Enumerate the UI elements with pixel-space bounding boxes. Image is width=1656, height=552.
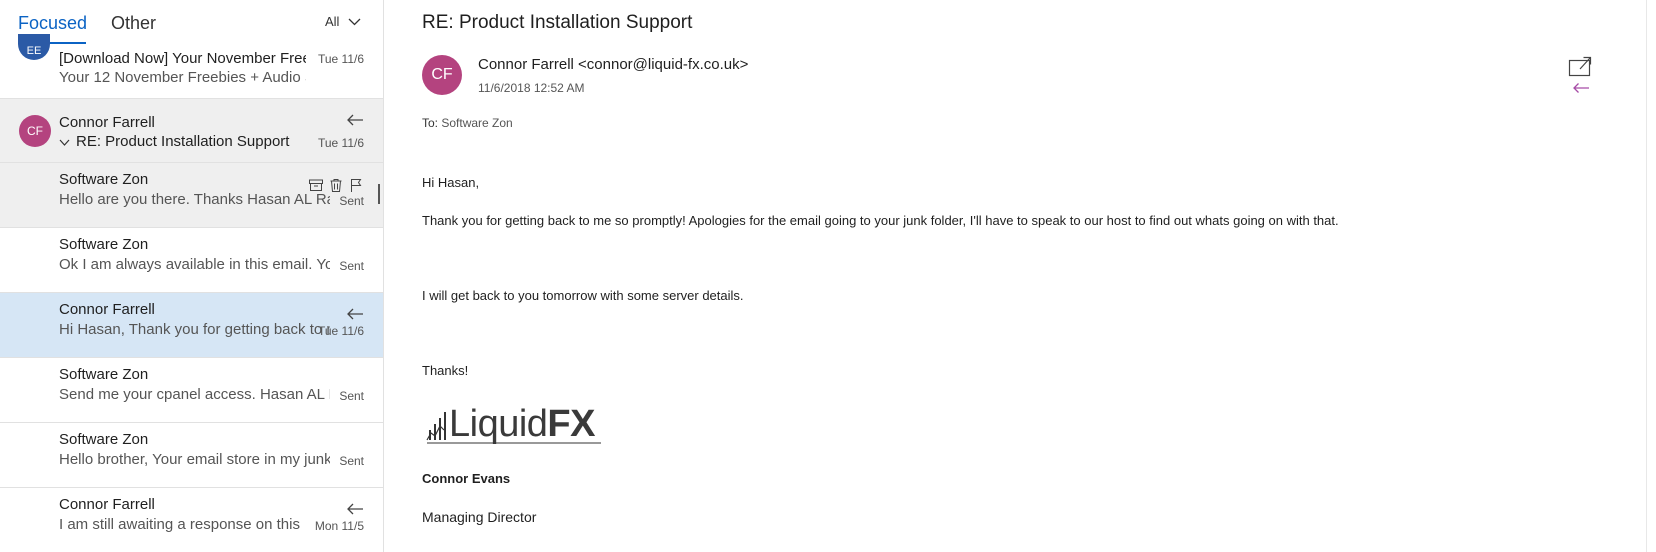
- message-sender: Connor Farrell: [59, 496, 155, 513]
- flag-icon[interactable]: [348, 177, 364, 193]
- message-preview: Hello brother, Your email store in my ju…: [59, 451, 330, 468]
- popout-icon[interactable]: [1568, 55, 1592, 77]
- thread-header[interactable]: CF Connor Farrell RE: Product Installati…: [0, 99, 383, 163]
- message-date: Sent: [339, 194, 364, 208]
- email-subject: RE: Product Installation Support: [422, 12, 693, 33]
- body-greeting: Hi Hasan,: [422, 175, 480, 190]
- message-preview: Hello are you there. Thanks Hasan AL Rah…: [59, 191, 330, 208]
- list-item[interactable]: EE [Download Now] Your November Freebies…: [0, 34, 383, 99]
- message-preview: I am still awaiting a response on this: [59, 516, 300, 533]
- sender-address[interactable]: Connor Farrell <connor@liquid-fx.co.uk>: [478, 55, 748, 75]
- thread-subject-row: RE: Product Installation Support: [59, 133, 289, 151]
- message-sender: Software Zon: [59, 236, 149, 253]
- message-date: Sent: [339, 454, 364, 468]
- reply-arrow-icon[interactable]: [1572, 82, 1590, 94]
- body-paragraph: Thank you for getting back to me so prom…: [422, 213, 1339, 228]
- list-item[interactable]: Software Zon Ok I am always available in…: [0, 228, 383, 293]
- message-preview: Ok I am always available in this email. …: [59, 256, 330, 273]
- message-list-pane: Focused Other All EE [Download Now] Your…: [0, 0, 384, 552]
- chevron-down-icon[interactable]: [59, 137, 70, 148]
- list-item[interactable]: Software Zon Hello are you there. Thanks…: [0, 163, 383, 228]
- to-label: To:: [422, 116, 442, 130]
- message-date: Tue 11/6: [317, 52, 364, 66]
- logo-text-bold: FX: [547, 403, 596, 445]
- body-paragraph: I will get back to you tomorrow with som…: [422, 288, 744, 303]
- liquidfx-logo[interactable]: LiquidFX: [424, 400, 604, 446]
- message-preview: Send me your cpanel access. Hasan AL Rah…: [59, 386, 330, 403]
- message-date: Sent: [339, 389, 364, 403]
- avatar: EE: [18, 34, 50, 60]
- message-preview: Hi Hasan, Thank you for getting back to …: [59, 321, 330, 338]
- logo-text-light: Liquid: [449, 403, 547, 445]
- reply-arrow-icon: [347, 308, 363, 320]
- signature-role: Managing Director: [422, 509, 537, 525]
- message-date: Tue 11/6: [317, 324, 364, 338]
- message-subject: RE: Product Installation Support: [76, 133, 290, 150]
- recipient-name[interactable]: Software Zon: [441, 116, 512, 130]
- list-resize-handle[interactable]: [378, 184, 380, 204]
- filter-dropdown[interactable]: All: [325, 14, 361, 29]
- reply-arrow-icon: [347, 114, 363, 126]
- message-sender: Connor Farrell: [59, 301, 155, 318]
- message-sender: Software Zon: [59, 171, 149, 188]
- message-preview: Your 12 November Freebies + Audio Sample…: [59, 69, 306, 86]
- list-item[interactable]: Connor Farrell I am still awaiting a res…: [0, 488, 383, 552]
- tab-other[interactable]: Other: [111, 12, 156, 34]
- body-thanks: Thanks!: [422, 363, 469, 378]
- message-sender: Connor Farrell: [59, 114, 155, 131]
- message-sender: Software Zon: [59, 366, 149, 383]
- scrollbar[interactable]: [1646, 0, 1656, 552]
- list-item-selected[interactable]: Connor Farrell Hi Hasan, Thank you for g…: [0, 293, 383, 358]
- avatar[interactable]: CF: [422, 55, 462, 95]
- list-item[interactable]: Software Zon Send me your cpanel access.…: [0, 358, 383, 423]
- inbox-tabs: Focused Other All: [0, 0, 383, 46]
- message-sender: Software Zon: [59, 431, 149, 448]
- recipient-line: To: Software Zon: [422, 115, 513, 131]
- list-item[interactable]: Software Zon Hello brother, Your email s…: [0, 423, 383, 488]
- message-date: Tue 11/6: [317, 136, 364, 150]
- filter-label: All: [325, 14, 340, 29]
- tab-focused[interactable]: Focused: [18, 12, 87, 34]
- avatar: CF: [19, 115, 51, 147]
- message-subject: [Download Now] Your November Freebies: [59, 50, 306, 67]
- chevron-down-icon: [348, 18, 361, 26]
- message-date: Mon 11/5: [314, 519, 364, 533]
- delete-icon[interactable]: [328, 177, 344, 193]
- reply-arrow-icon: [347, 503, 363, 515]
- message-items: EE [Download Now] Your November Freebies…: [0, 34, 383, 552]
- reading-pane: RE: Product Installation Support CF Conn…: [385, 0, 1656, 552]
- svg-text:LiquidFX: LiquidFX: [449, 403, 596, 445]
- signature-name: Connor Evans: [422, 471, 511, 486]
- email-date: 11/6/2018 12:52 AM: [478, 81, 585, 95]
- message-date: Sent: [339, 259, 364, 273]
